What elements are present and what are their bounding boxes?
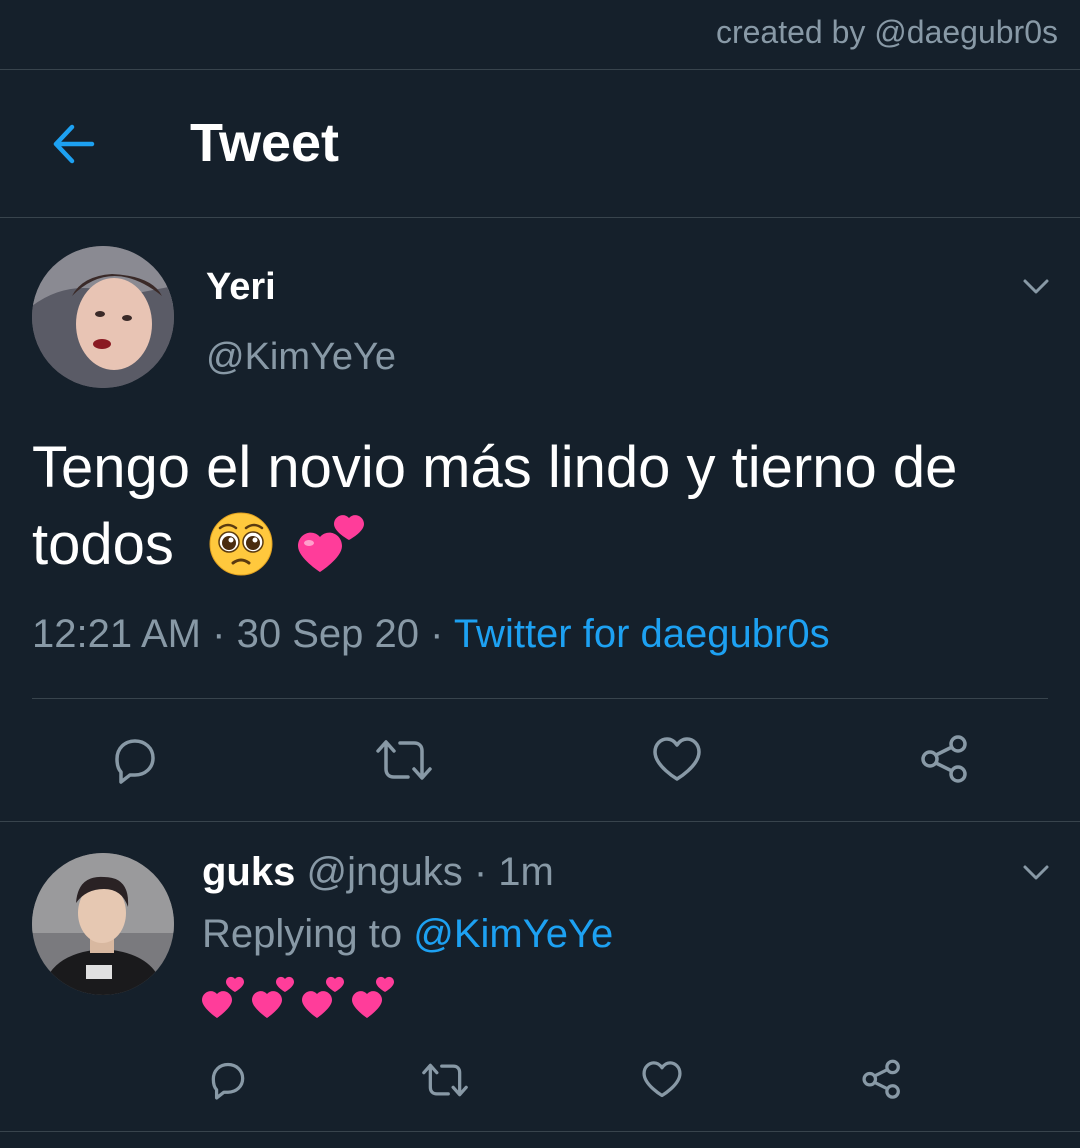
reply-emoji-row xyxy=(202,976,394,1018)
share-icon xyxy=(921,735,967,783)
tweet-meta: 12:21 AM · 30 Sep 20 · Twitter for daegu… xyxy=(32,612,830,657)
tweet-actions-divider xyxy=(32,698,1048,699)
replying-mention-link[interactable]: @KimYeYe xyxy=(413,912,613,956)
page-title: Tweet xyxy=(190,113,340,173)
reply-like-button[interactable] xyxy=(640,1058,684,1102)
like-button[interactable] xyxy=(650,733,704,787)
header-divider xyxy=(0,217,1080,218)
reply-reply-button[interactable] xyxy=(206,1058,250,1102)
reply-icon xyxy=(115,739,155,784)
tweet-date: 30 Sep 20 xyxy=(236,612,419,656)
tweet-author-name[interactable]: Yeri xyxy=(206,266,276,309)
reply-author-name[interactable]: guks xyxy=(202,850,295,894)
meta-separator: · xyxy=(212,612,226,656)
reply-header: guks @jnguks · 1m xyxy=(202,850,554,895)
two-hearts-emoji xyxy=(252,976,294,1018)
app-header: Tweet xyxy=(0,70,1080,217)
reply-time: 1m xyxy=(498,850,554,894)
tweet-source-link[interactable]: Twitter for daegubr0s xyxy=(454,612,830,656)
reply-icon xyxy=(211,1062,245,1100)
pleading-face-emoji xyxy=(206,508,276,597)
avatar-image xyxy=(32,853,174,995)
arrow-left-icon xyxy=(53,124,95,164)
share-button[interactable] xyxy=(918,733,972,787)
avatar-yeri[interactable] xyxy=(32,246,174,388)
replying-prefix: Replying to xyxy=(202,912,403,956)
bottom-divider xyxy=(0,1131,1080,1132)
tweet-menu-button[interactable] xyxy=(1020,270,1052,302)
two-hearts-emoji xyxy=(352,976,394,1018)
meta-separator: · xyxy=(430,612,444,656)
tweet-text: Tengo el novio más lindo y tierno de tod… xyxy=(32,435,958,577)
chevron-down-icon xyxy=(1023,865,1049,880)
two-hearts-emoji xyxy=(202,976,244,1018)
heart-icon xyxy=(653,737,701,781)
back-button[interactable] xyxy=(48,118,100,170)
tweet-time: 12:21 AM xyxy=(32,612,202,656)
meta-separator: · xyxy=(473,850,488,894)
avatar-guks[interactable] xyxy=(32,853,174,995)
retweet-icon xyxy=(422,1063,468,1097)
tweet-author-handle[interactable]: @KimYeYe xyxy=(206,336,396,379)
reply-share-button[interactable] xyxy=(860,1058,904,1102)
reply-button[interactable] xyxy=(108,733,162,787)
replying-to: Replying to @KimYeYe xyxy=(202,912,613,957)
watermark-text: created by @daegubr0s xyxy=(715,14,1058,50)
retweet-button[interactable] xyxy=(374,733,434,787)
reply-menu-button[interactable] xyxy=(1020,856,1052,888)
two-hearts-emoji xyxy=(294,506,366,597)
reply-retweet-button[interactable] xyxy=(420,1058,470,1102)
reply-divider xyxy=(0,821,1080,822)
reply-body xyxy=(200,972,410,1024)
reply-author-handle[interactable]: @jnguks xyxy=(306,850,462,894)
avatar-image xyxy=(32,246,174,388)
two-hearts-emoji xyxy=(302,976,344,1018)
share-icon xyxy=(862,1059,900,1099)
chevron-down-icon xyxy=(1023,279,1049,294)
heart-icon xyxy=(642,1061,682,1098)
tweet-body: Tengo el novio más lindo y tierno de tod… xyxy=(32,430,1032,597)
retweet-icon xyxy=(376,740,432,780)
